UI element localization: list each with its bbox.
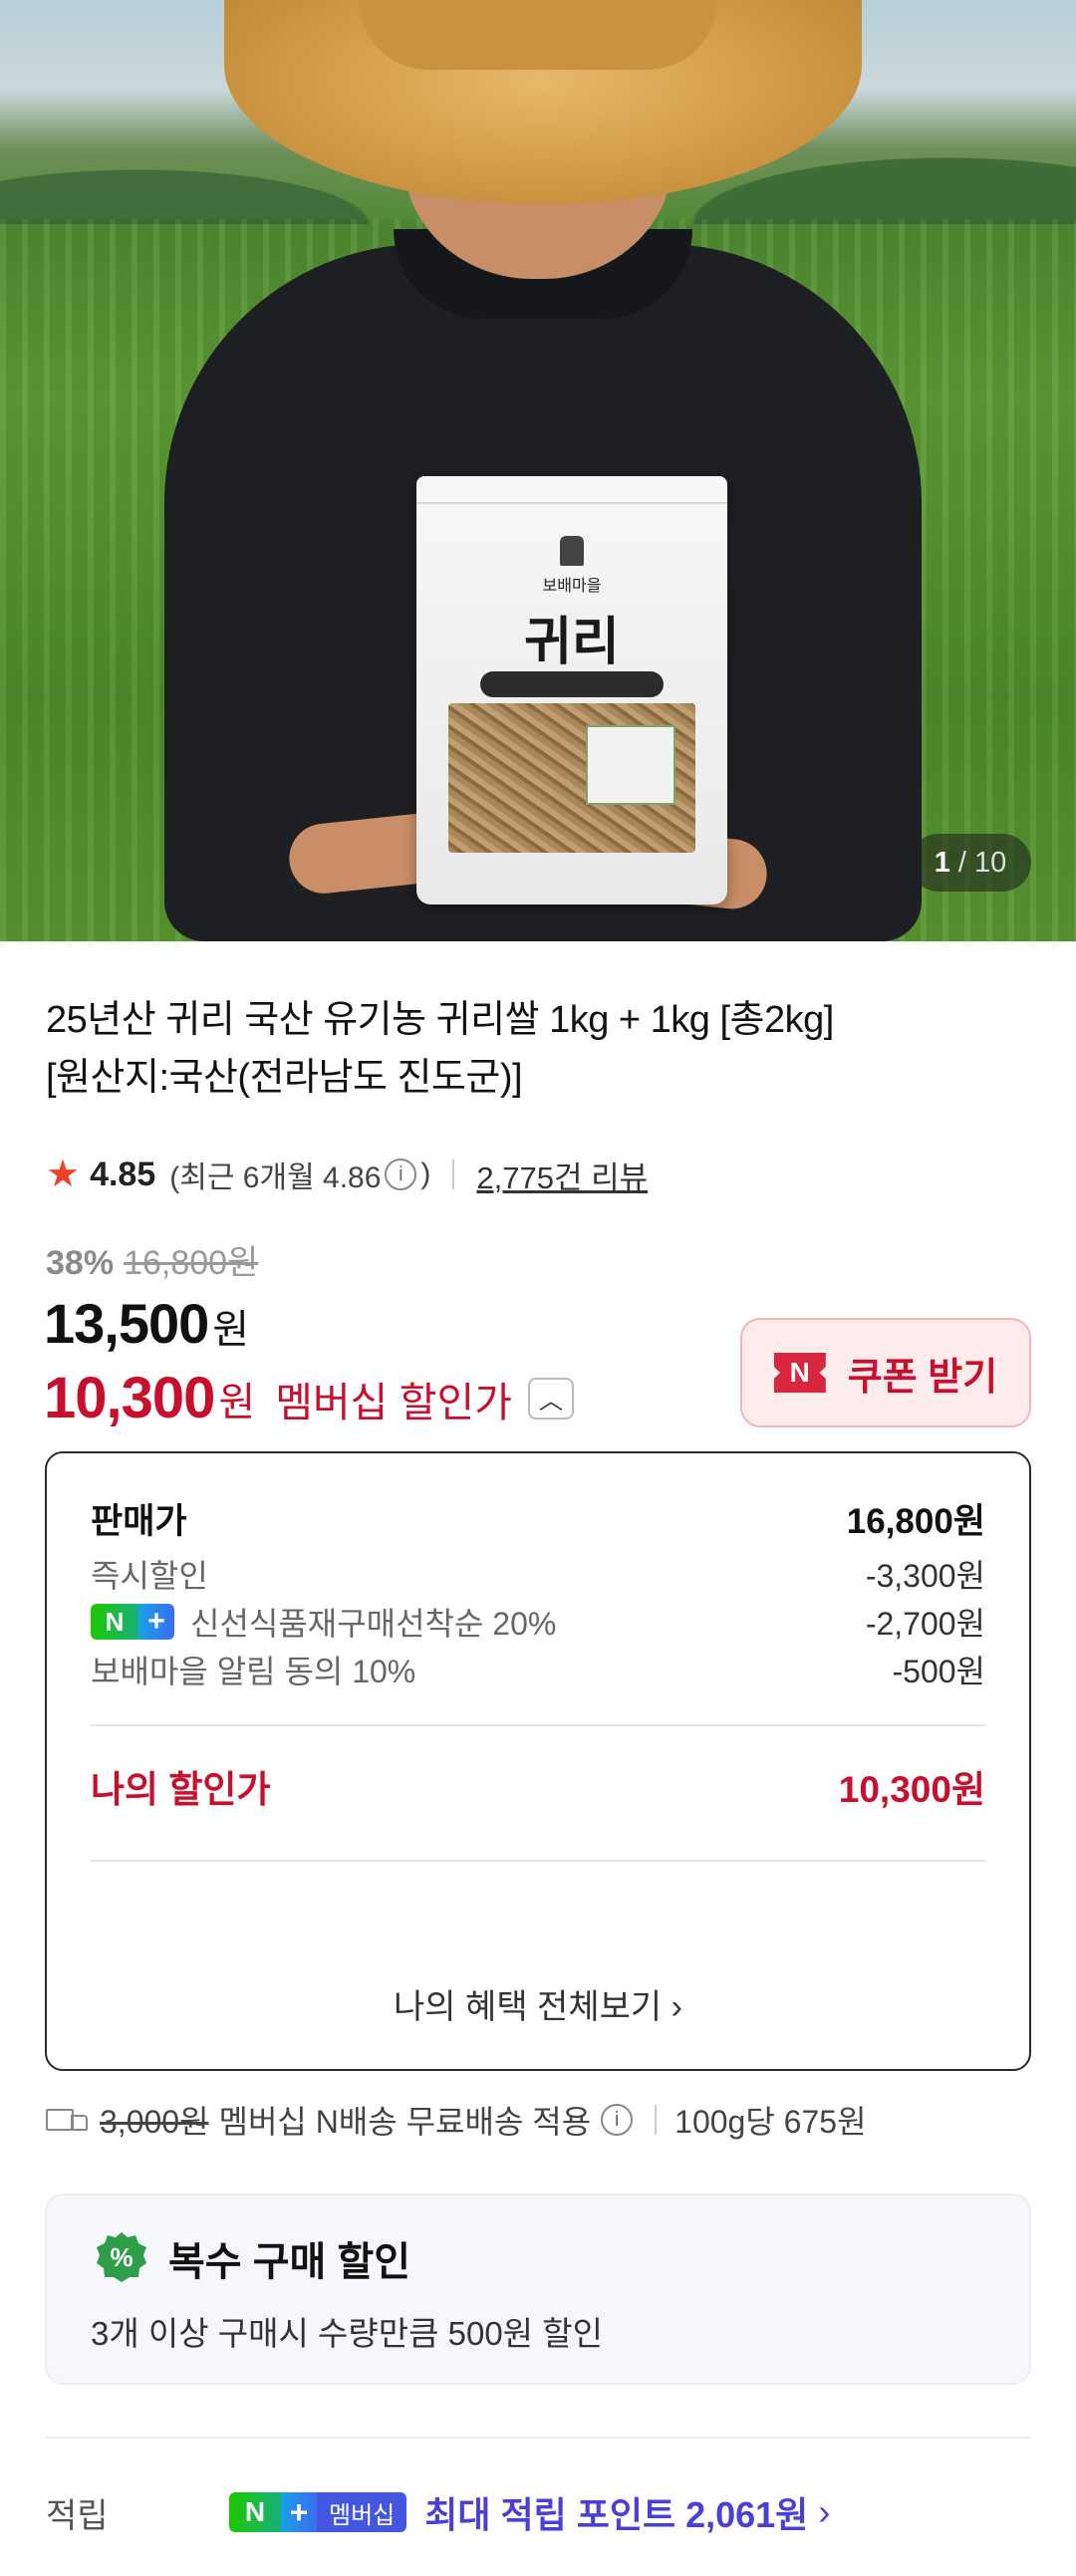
brand-logo-icon — [560, 536, 584, 566]
pager-total: 10 — [974, 846, 1007, 879]
chevron-right-icon: › — [818, 2491, 831, 2532]
shipping-row: 3,000원 멤버십 N배송 무료배송 적용 i 100g당 675원 — [46, 2098, 867, 2142]
see-all-benefits-link[interactable]: 나의 혜택 전체보기 › — [47, 1979, 1029, 2028]
product-title-line1: 25년산 귀리 국산 유기농 귀리쌀 1kg + 1kg [총2kg] — [46, 999, 834, 1041]
sale-price-currency: 원 — [212, 1308, 249, 1352]
pager-current: 1 — [934, 846, 950, 879]
truck-icon — [46, 2107, 88, 2133]
divider — [655, 2105, 658, 2135]
discount-row: 38% 16,800원 — [46, 1235, 258, 1284]
original-shipping-fee: 3,000원 — [100, 2104, 209, 2140]
product-title: 25년산 귀리 국산 유기농 귀리쌀 1kg + 1kg [총2kg] [원산지… — [46, 991, 1032, 1107]
my-price-label: 나의 할인가 — [91, 1769, 271, 1810]
membership-price-value: 10,300 — [44, 1366, 215, 1430]
breakdown-value: -2,700원 — [865, 1606, 985, 1642]
pager-separator: / — [949, 846, 975, 879]
points-row[interactable]: 적립 N + 멤버십 최대 적립 포인트 2,061원 › — [46, 2486, 1032, 2538]
coupon-button-label: 쿠폰 받기 — [847, 1356, 998, 1399]
chevron-up-icon[interactable]: ︿ — [527, 1377, 574, 1419]
percent-badge-icon: % — [97, 2232, 146, 2282]
naver-plus-membership-badge: N + 멤버십 — [229, 2492, 407, 2532]
membership-price-row: 10,300 원 멤버십 할인가 ︿ — [44, 1365, 574, 1431]
bulk-discount-title: 복수 구매 할인 — [168, 2240, 411, 2284]
sale-price-value: 13,500 — [44, 1292, 209, 1355]
organic-cert-label — [586, 725, 675, 805]
membership-price-label: 멤버십 할인가 — [275, 1379, 512, 1425]
naver-n-icon: N — [229, 2492, 281, 2532]
breakdown-row-fresh-rebuy: N + 신선식품재구매선착순 20% -2,700원 — [91, 1599, 985, 1645]
plus-icon: + — [281, 2492, 317, 2532]
breakdown-value: 16,800원 — [846, 1502, 985, 1541]
product-title-line2: [원산지:국산(전라남도 진도군)] — [46, 1057, 523, 1099]
package-brand: 보배마을 — [542, 578, 602, 595]
breakdown-divider — [91, 1860, 985, 1862]
rating-row: ★ 4.85 (최근 6개월 4.86 i ) 2,775건 리뷰 — [46, 1153, 648, 1196]
recent-rating-close: ) — [420, 1158, 431, 1190]
my-price-value: 10,300원 — [838, 1769, 985, 1810]
naver-plus-icon: N + — [91, 1604, 174, 1640]
divider — [452, 1159, 455, 1189]
product-image-carousel[interactable]: 보배마을 귀리 1 / 10 — [0, 0, 1076, 941]
breakdown-row-my-price: 나의 할인가 10,300원 — [91, 1759, 985, 1813]
star-icon: ★ — [46, 1154, 81, 1195]
package-product-name: 귀리 — [524, 614, 620, 671]
shipping-label: 멤버십 N배송 무료배송 적용 — [218, 2104, 592, 2140]
image-pager: 1 / 10 — [910, 834, 1031, 892]
recent-rating: (최근 6개월 4.86 — [169, 1161, 382, 1194]
breakdown-value: -3,300원 — [865, 1558, 985, 1594]
bulk-discount-description: 3개 이상 구매시 수량만큼 500원 할인 — [91, 2315, 603, 2352]
package-seal — [416, 476, 727, 504]
info-icon[interactable]: i — [385, 1159, 417, 1190]
breakdown-label: 보배마을 알림 동의 10% — [91, 1654, 416, 1689]
discount-percent: 38% — [46, 1244, 115, 1282]
info-icon[interactable]: i — [601, 2104, 634, 2136]
breakdown-label: 판매가 — [91, 1502, 187, 1541]
original-price: 16,800원 — [124, 1244, 259, 1282]
membership-price-currency: 원 — [218, 1380, 256, 1424]
membership-badge-label: 멤버십 — [317, 2492, 407, 2532]
points-label: 적립 — [46, 2496, 109, 2535]
breakdown-row-alert-consent: 보배마을 알림 동의 10% -500원 — [91, 1647, 985, 1692]
chevron-right-icon: › — [671, 1988, 682, 2026]
breakdown-label: 신선식품재구매선착순 20% — [190, 1606, 557, 1642]
unit-price: 100g당 675원 — [674, 2104, 867, 2140]
breakdown-label: 즉시할인 — [91, 1558, 208, 1594]
breakdown-label-wrap: N + 신선식품재구매선착순 20% — [91, 1599, 556, 1645]
straw-hat-crown — [359, 0, 717, 70]
bulk-discount-card: % 복수 구매 할인 3개 이상 구매시 수량만큼 500원 할인 — [45, 2193, 1031, 2385]
product-package: 보배마을 귀리 — [416, 476, 727, 904]
review-count-link[interactable]: 2,775건 리뷰 — [476, 1153, 648, 1197]
breakdown-divider — [91, 1724, 985, 1726]
see-all-benefits-label: 나의 혜택 전체보기 — [394, 1988, 663, 2026]
coupon-button[interactable]: N 쿠폰 받기 — [740, 1318, 1031, 1427]
max-points-link[interactable]: 최대 적립 포인트 2,061원 — [424, 2486, 808, 2538]
breakdown-row-base-price: 판매가 16,800원 — [91, 1493, 985, 1544]
sale-price: 13,500 원 — [44, 1291, 249, 1356]
rating-score: 4.85 — [90, 1155, 156, 1193]
package-ribbon — [480, 671, 664, 697]
price-breakdown-card: 판매가 16,800원 즉시할인 -3,300원 N + 신선식품재구매선착순 2… — [45, 1451, 1031, 2071]
breakdown-value: -500원 — [892, 1654, 986, 1689]
coupon-ticket-icon: N — [773, 1353, 826, 1393]
section-divider — [45, 2437, 1031, 2439]
breakdown-row-instant-discount: 즉시할인 -3,300원 — [91, 1551, 985, 1597]
